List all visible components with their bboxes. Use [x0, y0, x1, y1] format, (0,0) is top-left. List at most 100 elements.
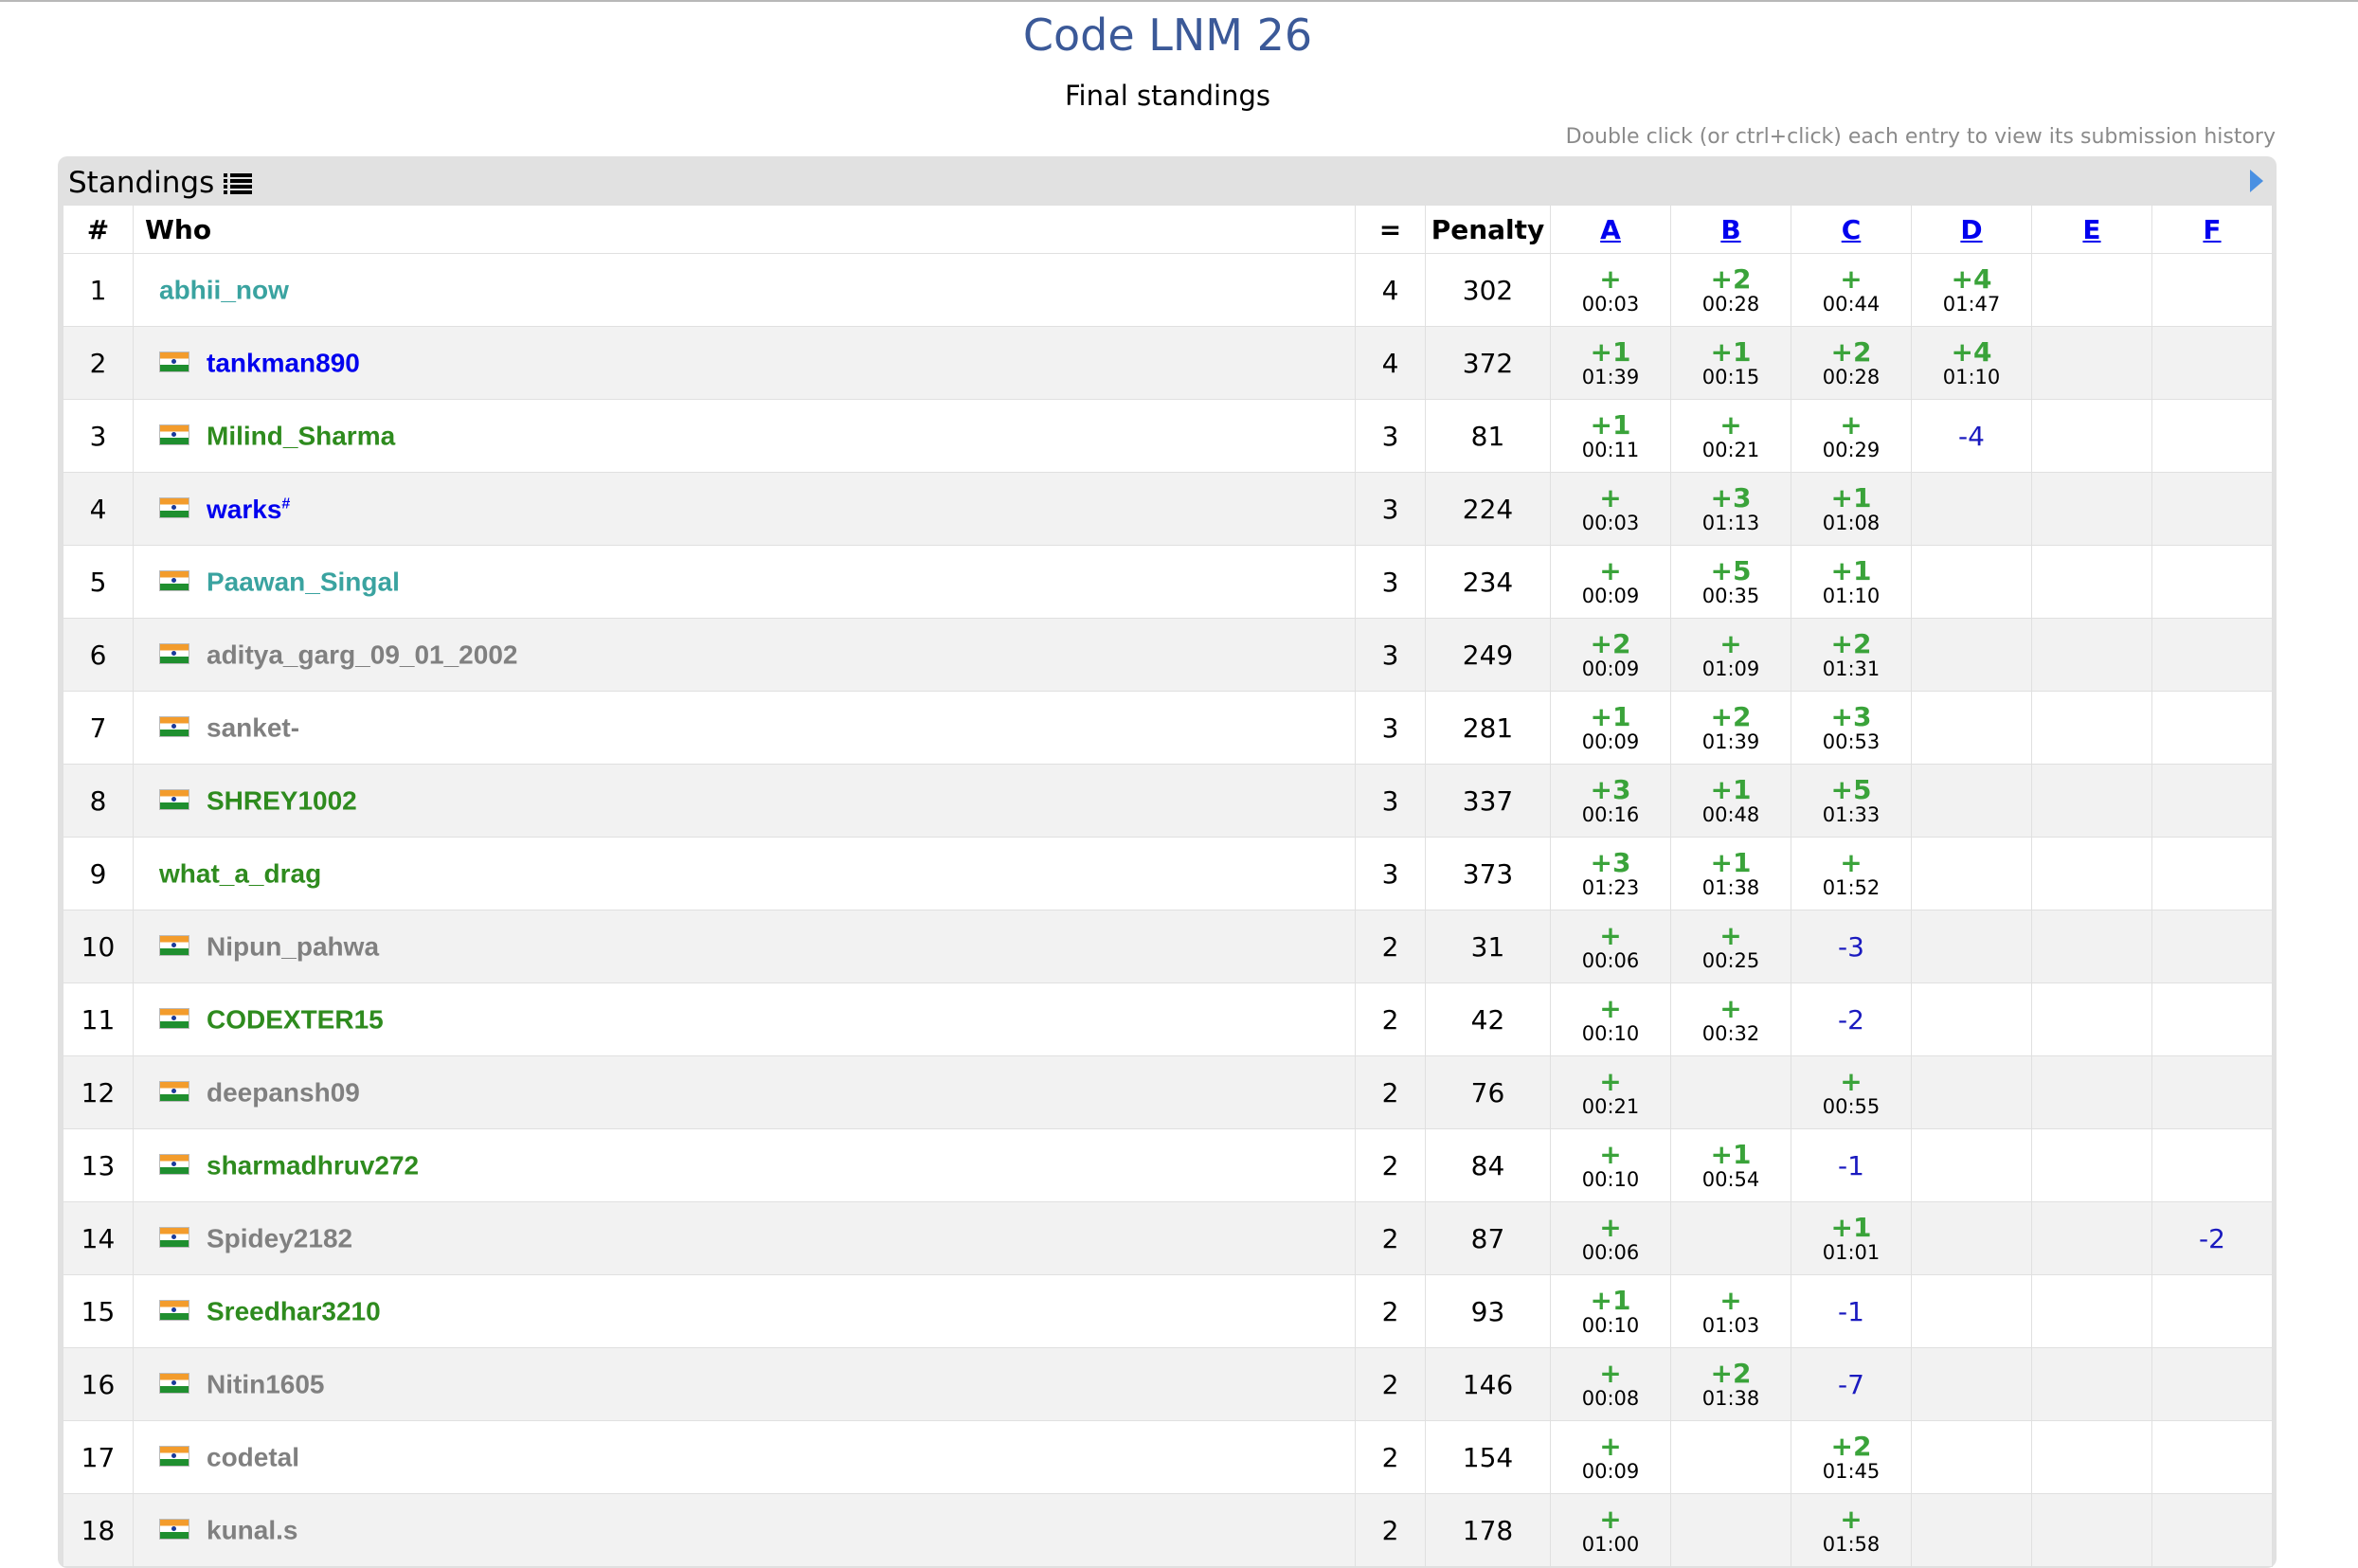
- problem-d-cell[interactable]: +4 01:10: [1911, 326, 2032, 400]
- table-row[interactable]: 14 Spidey2182 2 87 +00:06 +1 01:01 -2: [63, 1201, 2273, 1275]
- problem-b-cell[interactable]: +3 01:13: [1670, 472, 1791, 546]
- participant-handle-link[interactable]: kunal.s: [207, 1516, 297, 1545]
- table-row[interactable]: 7 sanket- 3 281 +1 00:09 +2 01:39 +3 00:53: [63, 691, 2273, 765]
- table-row[interactable]: 12 deepansh09 2 76 +00:21 +00:55: [63, 1055, 2273, 1129]
- participant-handle-link[interactable]: SHREY1002: [207, 786, 357, 816]
- participant-handle-link[interactable]: what_a_drag: [159, 859, 321, 889]
- problem-f-cell[interactable]: [2151, 1493, 2273, 1567]
- problem-b-cell[interactable]: [1670, 1493, 1791, 1567]
- participant-handle-link[interactable]: codetal: [207, 1443, 299, 1472]
- problem-c-cell[interactable]: -1: [1791, 1274, 1912, 1348]
- participant-handle-link[interactable]: tankman890: [207, 349, 360, 378]
- table-row[interactable]: 8 SHREY1002 3 337 +3 00:16 +1 00:48 +5 01:33: [63, 764, 2273, 838]
- table-row[interactable]: 4 warks# 3 224 +00:03 +3 01:13 +1 01:08: [63, 472, 2273, 546]
- problem-c-cell[interactable]: +3 00:53: [1791, 691, 1912, 765]
- problem-a-cell[interactable]: +00:09: [1550, 545, 1671, 619]
- problem-a-cell[interactable]: +2 00:09: [1550, 618, 1671, 692]
- problem-e-cell[interactable]: [2031, 1055, 2152, 1129]
- problem-f-cell[interactable]: [2151, 399, 2273, 473]
- problem-a-cell[interactable]: +1 00:10: [1550, 1274, 1671, 1348]
- problem-c-link[interactable]: C: [1842, 214, 1862, 245]
- problem-e-link[interactable]: E: [2082, 214, 2100, 245]
- problem-d-cell[interactable]: [1911, 1274, 2032, 1348]
- problem-a-cell[interactable]: +1 00:11: [1550, 399, 1671, 473]
- participant-handle-link[interactable]: sanket-: [207, 713, 299, 743]
- problem-c-cell[interactable]: -3: [1791, 910, 1912, 983]
- problem-f-cell[interactable]: [2151, 837, 2273, 910]
- problem-b-cell[interactable]: [1670, 1201, 1791, 1275]
- problem-c-cell[interactable]: +1 01:10: [1791, 545, 1912, 619]
- problem-b-cell[interactable]: +1 00:48: [1670, 764, 1791, 838]
- participant-handle-link[interactable]: warks#: [207, 495, 290, 524]
- table-row[interactable]: 15 Sreedhar3210 2 93 +1 00:10 +01:03 -1: [63, 1274, 2273, 1348]
- expand-arrow-icon[interactable]: [2246, 168, 2265, 199]
- problem-d-cell[interactable]: [1911, 472, 2032, 546]
- problem-b-cell[interactable]: +01:03: [1670, 1274, 1791, 1348]
- problem-a-cell[interactable]: +00:03: [1550, 253, 1671, 327]
- problem-e-cell[interactable]: [2031, 472, 2152, 546]
- problem-a-cell[interactable]: +3 00:16: [1550, 764, 1671, 838]
- problem-f-cell[interactable]: [2151, 545, 2273, 619]
- problem-c-cell[interactable]: +1 01:01: [1791, 1201, 1912, 1275]
- problem-c-cell[interactable]: -1: [1791, 1128, 1912, 1202]
- problem-d-cell[interactable]: [1911, 1201, 2032, 1275]
- problem-f-link[interactable]: F: [2203, 214, 2221, 245]
- problem-c-cell[interactable]: +1 01:08: [1791, 472, 1912, 546]
- table-row[interactable]: 2 tankman890 4 372 +1 01:39 +1 00:15 +2 00:28 +4 01…: [63, 326, 2273, 400]
- table-row[interactable]: 3 Milind_Sharma 3 81 +1 00:11 +00:21 +00:29 -4: [63, 399, 2273, 473]
- table-row[interactable]: 1 abhii_now 4 302 +00:03 +2 00:28 +00:44 +4 01:47: [63, 253, 2273, 327]
- problem-d-cell[interactable]: +4 01:47: [1911, 253, 2032, 327]
- list-icon[interactable]: [224, 171, 253, 194]
- table-row[interactable]: 5 Paawan_Singal 3 234 +00:09 +5 00:35 +1 01:10: [63, 545, 2273, 619]
- problem-c-cell[interactable]: +2 01:45: [1791, 1420, 1912, 1494]
- problem-d-cell[interactable]: [1911, 691, 2032, 765]
- problem-b-cell[interactable]: [1670, 1420, 1791, 1494]
- problem-b-cell[interactable]: +1 00:54: [1670, 1128, 1791, 1202]
- problem-e-cell[interactable]: [2031, 837, 2152, 910]
- table-row[interactable]: 9 what_a_drag 3 373 +3 01:23 +1 01:38 +01:52: [63, 837, 2273, 910]
- problem-a-cell[interactable]: +1 01:39: [1550, 326, 1671, 400]
- problem-c-cell[interactable]: +01:58: [1791, 1493, 1912, 1567]
- problem-d-cell[interactable]: -4: [1911, 399, 2032, 473]
- problem-b-cell[interactable]: +1 01:38: [1670, 837, 1791, 910]
- problem-e-cell[interactable]: [2031, 1493, 2152, 1567]
- problem-b-cell[interactable]: +01:09: [1670, 618, 1791, 692]
- problem-d-cell[interactable]: [1911, 910, 2032, 983]
- problem-b-cell[interactable]: [1670, 1055, 1791, 1129]
- participant-handle-link[interactable]: Sreedhar3210: [207, 1297, 381, 1326]
- problem-a-link[interactable]: A: [1600, 214, 1621, 245]
- problem-f-cell[interactable]: [2151, 691, 2273, 765]
- table-row[interactable]: 13 sharmadhruv272 2 84 +00:10 +1 00:54 -1: [63, 1128, 2273, 1202]
- problem-a-cell[interactable]: +3 01:23: [1550, 837, 1671, 910]
- problem-d-link[interactable]: D: [1960, 214, 1982, 245]
- problem-e-cell[interactable]: [2031, 764, 2152, 838]
- participant-handle-link[interactable]: abhii_now: [159, 276, 289, 305]
- problem-e-cell[interactable]: [2031, 253, 2152, 327]
- problem-e-cell[interactable]: [2031, 399, 2152, 473]
- problem-f-cell[interactable]: [2151, 472, 2273, 546]
- participant-handle-link[interactable]: aditya_garg_09_01_2002: [207, 640, 517, 670]
- problem-b-cell[interactable]: +2 01:38: [1670, 1347, 1791, 1421]
- participant-handle-link[interactable]: Spidey2182: [207, 1224, 352, 1253]
- problem-e-cell[interactable]: [2031, 910, 2152, 983]
- problem-a-cell[interactable]: +00:21: [1550, 1055, 1671, 1129]
- problem-b-link[interactable]: B: [1720, 214, 1740, 245]
- problem-e-cell[interactable]: [2031, 618, 2152, 692]
- problem-a-cell[interactable]: +00:10: [1550, 982, 1671, 1056]
- participant-handle-link[interactable]: Nitin1605: [207, 1370, 325, 1399]
- table-row[interactable]: 6 aditya_garg_09_01_2002 3 249 +2 00:09 +01:09…: [63, 618, 2273, 692]
- problem-f-cell[interactable]: -2: [2151, 1201, 2273, 1275]
- problem-c-cell[interactable]: -7: [1791, 1347, 1912, 1421]
- participant-handle-link[interactable]: Paawan_Singal: [207, 568, 400, 597]
- problem-f-cell[interactable]: [2151, 618, 2273, 692]
- problem-a-cell[interactable]: +00:06: [1550, 910, 1671, 983]
- problem-e-cell[interactable]: [2031, 1128, 2152, 1202]
- table-row[interactable]: 10 Nipun_pahwa 2 31 +00:06 +00:25 -3: [63, 910, 2273, 983]
- problem-d-cell[interactable]: [1911, 1347, 2032, 1421]
- problem-a-cell[interactable]: +00:06: [1550, 1201, 1671, 1275]
- problem-e-cell[interactable]: [2031, 691, 2152, 765]
- problem-f-cell[interactable]: [2151, 1274, 2273, 1348]
- problem-f-cell[interactable]: [2151, 253, 2273, 327]
- problem-d-cell[interactable]: [1911, 545, 2032, 619]
- problem-d-cell[interactable]: [1911, 1055, 2032, 1129]
